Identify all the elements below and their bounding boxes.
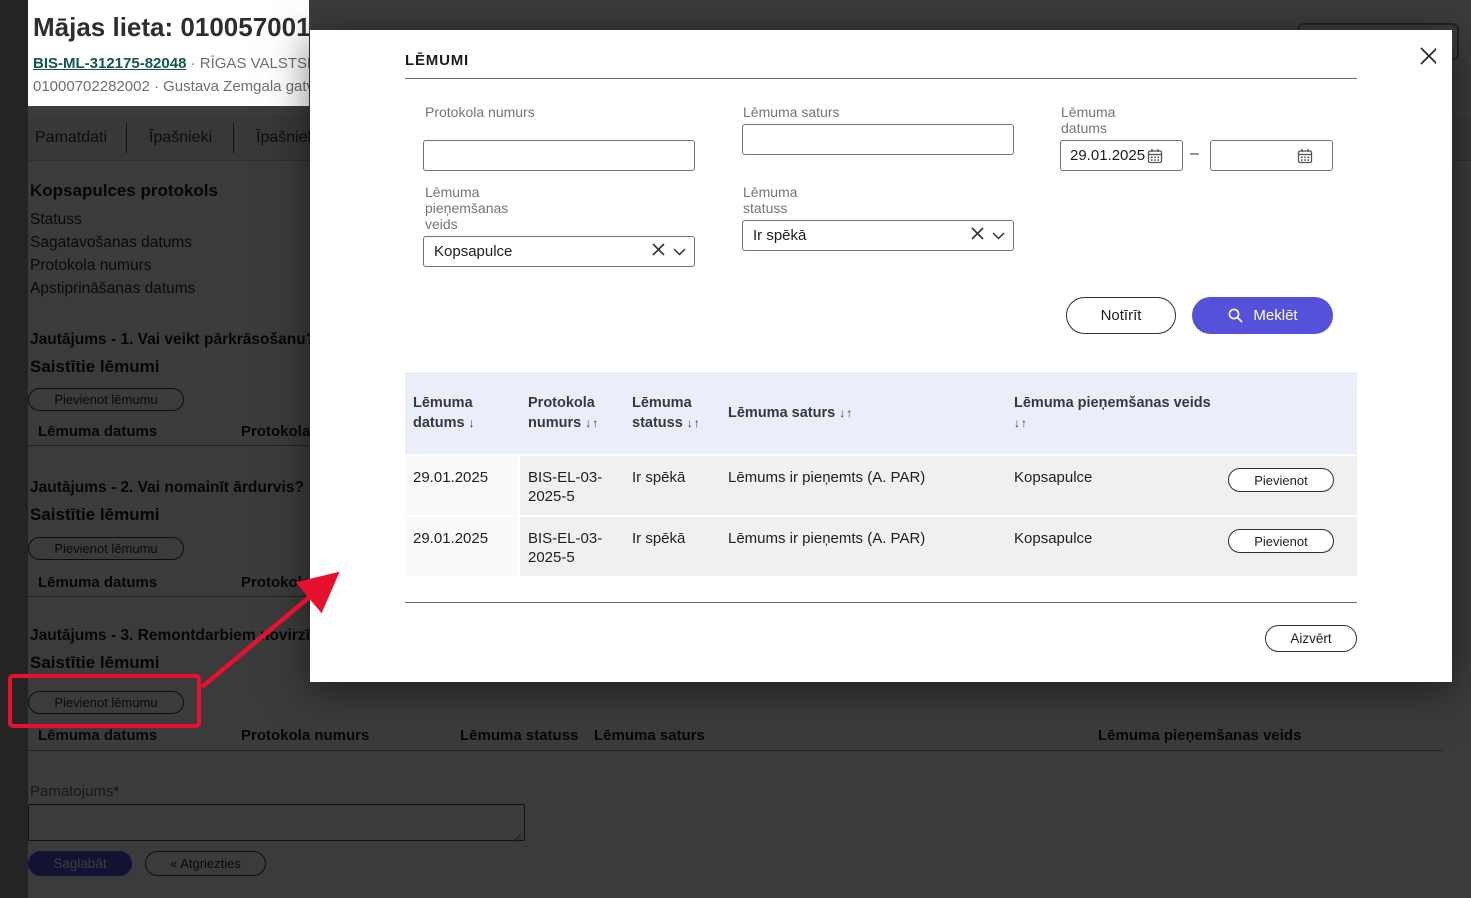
date-to-field [1210, 140, 1333, 171]
column-header-label: Lēmuma statuss [632, 395, 692, 431]
column-header-label: Lēmuma datums [413, 395, 473, 431]
close-modal-button[interactable]: Aizvērt [1265, 625, 1357, 652]
protokola-numurs-label: Protokola numurs [425, 104, 535, 120]
modal-footer-rule [405, 602, 1357, 603]
cell-datums: 29.01.2025 [405, 456, 520, 515]
cell-numurs: BIS-EL-03-2025-5 [528, 469, 603, 505]
lemuma-datums-label: Lēmuma datums [1061, 104, 1116, 136]
cell-saturs: Lēmums ir pieņemts (A. PAR) [728, 530, 926, 547]
column-header-veids[interactable]: Lēmuma pieņemšanas veids ↓↑ [1006, 385, 1220, 441]
screen: Pamatdati Īpašnieki Īpašniek Kopsapulces… [0, 0, 1471, 898]
cell-saturs: Lēmums ir pieņemts (A. PAR) [728, 469, 926, 486]
search-button-label: Meklēt [1253, 307, 1298, 324]
date-to-input[interactable] [1211, 146, 1297, 165]
protokola-numurs-input[interactable] [423, 140, 695, 171]
address-text: Gustava Zemgala gatve [163, 78, 309, 95]
sort-arrows-icon[interactable]: ↓↑ [687, 416, 701, 430]
cell-statuss: Ir spēkā [632, 469, 686, 486]
close-icon[interactable] [1412, 41, 1442, 71]
sort-arrows-icon[interactable]: ↓↑ [585, 416, 599, 430]
page-title: Mājas lieta: 01005700196 [33, 12, 309, 42]
lemuma-saturs-label: Lēmuma saturs [743, 104, 840, 120]
organization-name: RĪGAS VALSTSP [199, 55, 309, 72]
annotation-arrow [200, 571, 340, 689]
modal-title-rule [405, 78, 1357, 79]
column-header-numurs[interactable]: Protokola numurs ↓↑ [520, 385, 624, 441]
decisions-table: Lēmuma datums ↓ Protokola numurs ↓↑ Lēmu… [405, 372, 1357, 576]
statuss-select[interactable]: Ir spēkā [742, 220, 1014, 251]
date-range-dash: – [1190, 145, 1199, 162]
column-header-saturs[interactable]: Lēmuma saturs ↓↑ [720, 395, 1006, 431]
veids-label: Lēmuma pieņemšanas veids [425, 184, 509, 232]
cadastre-number: 01000702282002 [33, 78, 150, 95]
cell-numurs: BIS-EL-03-2025-5 [528, 530, 603, 566]
case-number-link[interactable]: BIS-ML-312175-82048 [33, 55, 186, 72]
cell-statuss: Ir spēkā [632, 530, 686, 547]
clear-button[interactable]: Notīrīt [1066, 297, 1176, 334]
date-from-field [1060, 140, 1183, 171]
veids-selected-value: Kopsapulce [434, 243, 513, 260]
pievienot-button[interactable]: Pievienot [1228, 468, 1334, 492]
table-row: 29.01.2025 BIS-EL-03-2025-5 Ir spēkā Lēm… [405, 517, 1357, 576]
column-header-label: Lēmuma pieņemšanas veids [1014, 395, 1211, 411]
date-from-input[interactable] [1061, 146, 1147, 165]
clear-x-icon[interactable] [970, 226, 985, 245]
statuss-selected-value: Ir spēkā [753, 227, 807, 244]
column-header-label: Lēmuma saturs [728, 405, 836, 421]
pievienot-button[interactable]: Pievienot [1228, 529, 1334, 553]
dot-separator: · [190, 55, 196, 72]
case-line: BIS-ML-312175-82048 · RĪGAS VALSTSP [33, 55, 309, 72]
veids-select[interactable]: Kopsapulce [423, 236, 695, 267]
column-header-actions [1220, 405, 1357, 421]
cell-veids: Kopsapulce [1014, 530, 1093, 547]
lemumi-modal: LĒMUMI Protokola numurs Lēmuma saturs Lē… [310, 30, 1452, 682]
search-icon [1227, 307, 1244, 324]
chevron-down-icon[interactable] [673, 243, 686, 260]
sort-arrows-icon[interactable]: ↓ [469, 416, 476, 430]
modal-title: LĒMUMI [405, 52, 469, 69]
calendar-icon[interactable] [1297, 148, 1313, 164]
clear-x-icon[interactable] [651, 242, 666, 261]
lemuma-saturs-input[interactable] [742, 124, 1014, 155]
sort-arrows-icon[interactable]: ↓↑ [839, 406, 853, 420]
statuss-label: Lēmuma statuss [743, 184, 798, 216]
search-button[interactable]: Meklēt [1192, 297, 1333, 334]
calendar-icon[interactable] [1147, 148, 1163, 164]
chevron-down-icon[interactable] [992, 227, 1005, 244]
cell-datums: 29.01.2025 [405, 517, 520, 576]
page-header: Mājas lieta: 01005700196 BIS-ML-312175-8… [28, 0, 309, 106]
address-line: 01000702282002 · Gustava Zemgala gatve [33, 78, 309, 95]
table-row: 29.01.2025 BIS-EL-03-2025-5 Ir spēkā Lēm… [405, 456, 1357, 515]
sort-arrows-icon[interactable]: ↓↑ [1014, 416, 1028, 430]
column-header-datums[interactable]: Lēmuma datums ↓ [405, 385, 520, 441]
annotation-highlight-box [8, 674, 201, 728]
table-header-row: Lēmuma datums ↓ Protokola numurs ↓↑ Lēmu… [405, 372, 1357, 454]
cell-veids: Kopsapulce [1014, 469, 1093, 486]
column-header-statuss[interactable]: Lēmuma statuss ↓↑ [624, 385, 720, 441]
